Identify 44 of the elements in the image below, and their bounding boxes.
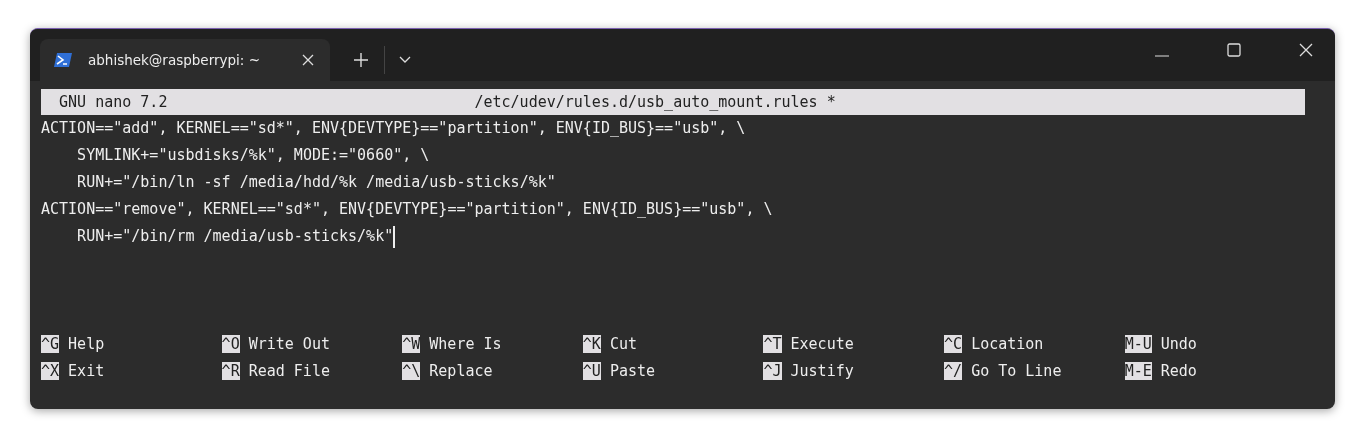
code-line: ACTION=="add", KERNEL=="sd*", ENV{DEVTYPE}=="partition", ENV{ID_BUS}=="usb", \ [41,118,746,139]
code-line: RUN+="/bin/ln -sf /media/hdd/%k /media/usb-sticks/%k" [76,172,556,193]
shortcut-label: Exit [68,361,105,380]
shortcut-label: Go To Line [971,361,1062,380]
shortcut-key: ^/ [944,361,963,380]
shortcut-label: Justify [790,361,854,380]
shortcut-key: ^R [221,361,240,380]
shortcut-label: Undo [1160,334,1197,353]
shortcut-label: Cut [609,334,637,353]
shortcut-key: ^O [221,334,240,353]
shortcut-key: ^X [41,361,60,380]
shortcut-label: Location [971,334,1044,353]
shortcut-label: Replace [429,361,493,380]
tab-title: abhishek@raspberrypi: ~ [88,52,261,68]
shortcut-label: Read File [248,361,330,380]
shortcut-key: ^T [763,334,782,353]
code-line: ACTION=="remove", KERNEL=="sd*", ENV{DEVTYPE}=="partition", ENV{ID_BUS}=="usb", \ [41,199,773,220]
shortcut-key: ^J [763,361,782,380]
shortcut-label: Help [68,334,105,353]
shortcut-key: M-U [1124,334,1152,353]
shortcut-key: ^C [944,334,963,353]
close-icon[interactable] [1299,43,1313,57]
dropdown-icon[interactable] [399,56,411,64]
shortcut-key: ^G [41,334,60,353]
shortcut-label: Write Out [248,334,330,353]
shortcut-label: Execute [790,334,854,353]
close-tab-icon[interactable] [302,54,314,66]
shortcut-label: Where Is [429,334,502,353]
powershell-icon [54,52,72,68]
shortcut-label: Paste [609,361,656,380]
code-line: SYMLINK+="usbdisks/%k", MODE:="0660", \ [76,145,430,166]
shortcut-key: ^U [582,361,601,380]
maximize-icon[interactable] [1227,43,1241,57]
shortcut-key: ^\ [402,361,421,380]
modified-mark: * [826,93,836,111]
new-tab-icon[interactable] [354,53,368,67]
text-cursor [393,225,395,248]
code-line: RUN+="/bin/rm /media/usb-sticks/%k" [76,226,394,247]
shortcut-key: ^K [582,334,601,353]
file-name: /etc/udev/rules.d/usb_auto_mount.rules [474,93,818,111]
nano-version: GNU nano 7.2 [59,93,169,111]
shortcut-label: Redo [1160,361,1197,380]
terminal-tab[interactable]: abhishek@raspberrypi: ~ [40,39,330,81]
shortcut-key: M-E [1124,361,1152,380]
